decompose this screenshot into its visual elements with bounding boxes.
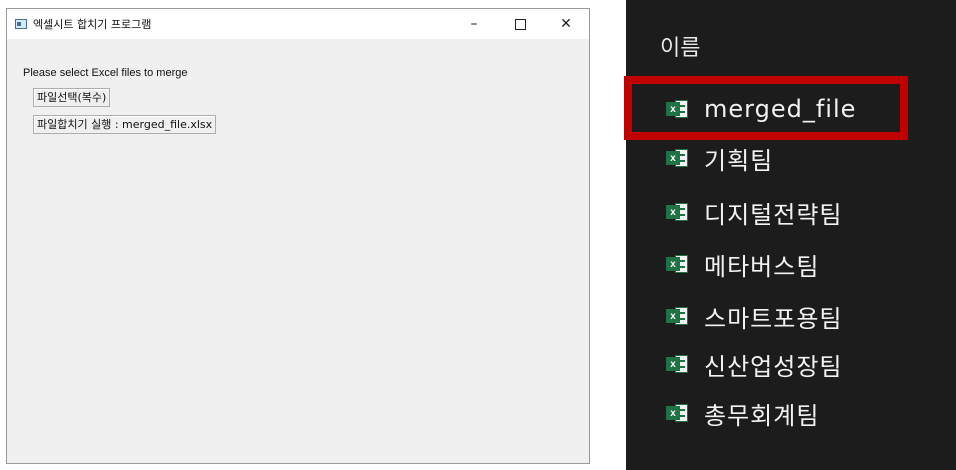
file-item-new-industry-team[interactable]: x 신산업성장팀 [666,344,842,384]
minimize-icon: – [470,16,478,32]
excel-file-icon: x [666,148,688,168]
instruction-label: Please select Excel files to merge [23,67,188,79]
close-button[interactable]: ✕ [543,9,589,39]
file-explorer-panel: 이름 x merged_file x 기획팀 x 디지털전략팀 x 메타버스팀 … [626,0,956,470]
window-client-area: Please select Excel files to merge 파일선택(… [7,39,589,463]
maximize-button[interactable] [497,9,543,39]
file-item-planning-team[interactable]: x 기획팀 [666,138,773,178]
merge-app-window: 엑셀시트 합치기 프로그램 – ✕ Please select Excel fi… [6,8,590,464]
file-name: 신산업성장팀 [704,352,843,381]
file-name: 기획팀 [704,146,774,175]
name-column-header[interactable]: 이름 [660,30,700,62]
highlight-box [624,76,908,140]
maximize-icon [514,18,526,30]
file-name: 총무회계팀 [704,401,820,430]
file-name: 메타버스팀 [704,252,820,281]
file-item-general-affairs-team[interactable]: x 총무회계팀 [666,393,819,433]
excel-file-icon: x [666,354,688,374]
app-icon [15,19,27,29]
close-icon: ✕ [560,16,572,32]
file-item-metaverse-team[interactable]: x 메타버스팀 [666,244,819,284]
excel-file-icon: x [666,254,688,274]
file-item-digital-strategy-team[interactable]: x 디지털전략팀 [666,192,842,232]
excel-file-icon: x [666,202,688,222]
run-merge-button[interactable]: 파일합치기 실행 : merged_file.xlsx [33,115,217,134]
excel-file-icon: x [666,403,688,423]
minimize-button[interactable]: – [451,9,497,39]
file-name: 스마트포용팀 [704,304,843,333]
window-title: 엑셀시트 합치기 프로그램 [33,18,152,31]
select-files-button[interactable]: 파일선택(복수) [33,88,111,107]
excel-file-icon: x [666,306,688,326]
title-bar[interactable]: 엑셀시트 합치기 프로그램 – ✕ [7,9,589,39]
file-item-smart-inclusion-team[interactable]: x 스마트포용팀 [666,296,842,336]
file-name: 디지털전략팀 [704,200,843,229]
